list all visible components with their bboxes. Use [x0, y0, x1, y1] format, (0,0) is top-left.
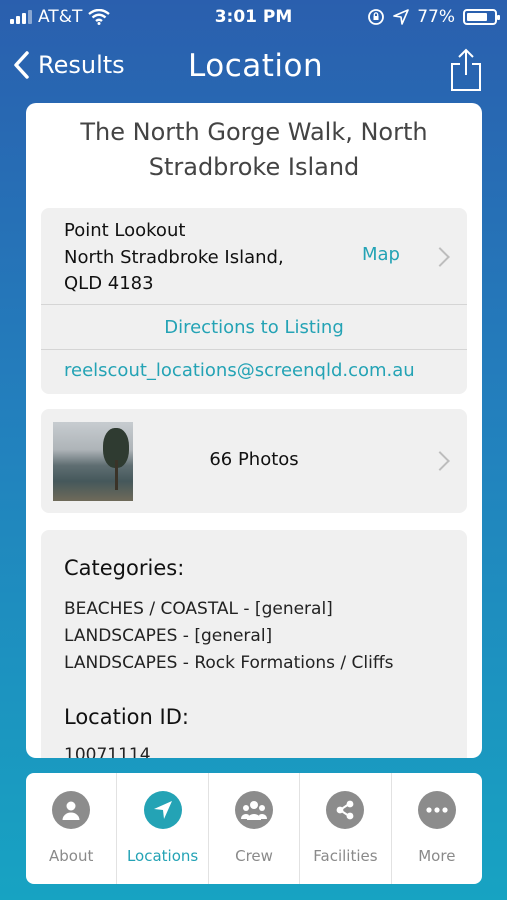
location-arrow-icon [143, 791, 182, 829]
category-item: BEACHES / COASTAL - [general] [64, 599, 333, 619]
location-id-heading: Location ID: [64, 705, 189, 729]
divider [41, 349, 467, 350]
battery-fill [467, 13, 487, 21]
categories-panel: Categories: BEACHES / COASTAL - [general… [41, 530, 467, 758]
address-panel: Point Lookout North Stradbroke Island, Q… [41, 208, 467, 394]
tab-label: Crew [235, 847, 273, 865]
person-icon [52, 791, 91, 829]
group-icon [235, 791, 274, 829]
back-button[interactable]: Results [12, 50, 125, 80]
share-button[interactable] [449, 48, 483, 96]
tab-bar: About Locations Crew Facilities More [26, 773, 482, 884]
battery-percent: 77% [417, 7, 455, 27]
orientation-lock-icon [368, 9, 385, 25]
address-block[interactable]: Point Lookout North Stradbroke Island, Q… [64, 218, 284, 298]
location-id-value: 10071114 [64, 745, 151, 758]
tab-facilities[interactable]: Facilities [300, 773, 392, 884]
address-line: Point Lookout [64, 220, 186, 241]
tab-about[interactable]: About [26, 773, 118, 884]
battery-icon [463, 9, 500, 25]
tab-label: More [418, 847, 456, 865]
share-icon [451, 48, 481, 91]
address-line: QLD 4183 [64, 273, 154, 294]
tab-label: Facilities [313, 847, 378, 865]
email-link[interactable]: reelscout_locations@screenqld.com.au [64, 360, 415, 381]
back-label: Results [38, 51, 125, 79]
navigation-bar: Results Location [0, 40, 507, 98]
category-item: LANDSCAPES - [general] [64, 626, 273, 646]
location-title: The North Gorge Walk, North Stradbroke I… [80, 118, 428, 181]
tab-locations[interactable]: Locations [117, 773, 209, 884]
chevron-left-icon [14, 51, 29, 79]
share-nodes-icon [326, 791, 365, 829]
divider [41, 304, 467, 305]
location-card: The North Gorge Walk, North Stradbroke I… [26, 103, 482, 758]
categories-heading: Categories: [64, 556, 185, 580]
address-line: North Stradbroke Island, [64, 246, 284, 268]
status-right: 77% [367, 7, 500, 27]
categories-list: BEACHES / COASTAL - [general] LANDSCAPES… [64, 596, 393, 677]
more-dots-icon [417, 791, 456, 829]
page-title: Location [188, 48, 324, 84]
status-bar: AT&T 3:01 PM 77% [0, 0, 507, 36]
directions-link[interactable]: Directions to Listing [41, 317, 467, 338]
chevron-right-icon [430, 247, 450, 267]
category-item: LANDSCAPES - Rock Formations / Cliffs [64, 653, 394, 673]
tab-label: About [49, 847, 94, 865]
location-arrow-icon [393, 9, 410, 25]
photos-row[interactable]: 66 Photos [41, 409, 467, 513]
photos-count-label: 66 Photos [209, 449, 299, 470]
tab-crew[interactable]: Crew [209, 773, 301, 884]
map-link[interactable]: Map [362, 244, 400, 265]
tab-label: Locations [126, 847, 199, 865]
tab-more[interactable]: More [392, 773, 482, 884]
